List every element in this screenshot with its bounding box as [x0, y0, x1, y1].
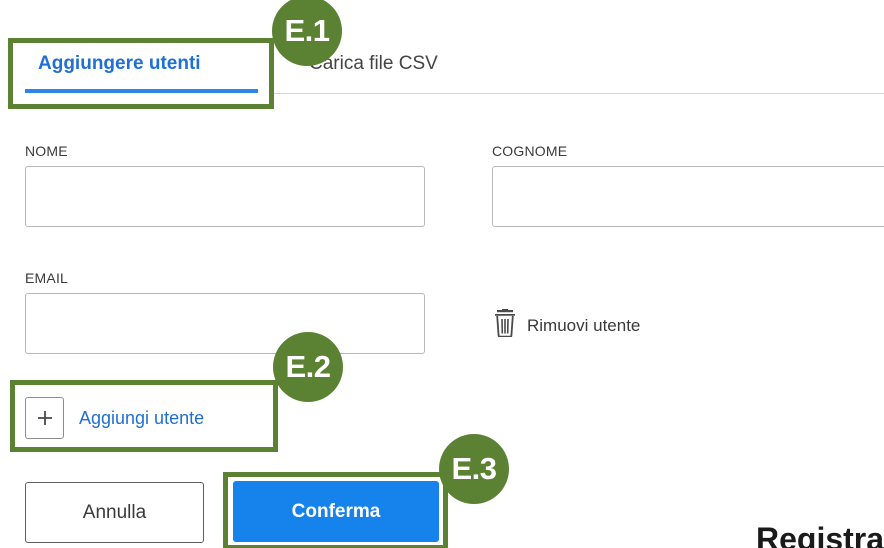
add-user-button[interactable]: Aggiungi utente — [25, 397, 204, 439]
active-tab-indicator — [25, 89, 258, 93]
callout-badge-e2: E.2 — [273, 332, 343, 402]
plus-icon — [25, 397, 64, 439]
email-field[interactable] — [25, 293, 425, 354]
last-name-label: COGNOME — [492, 143, 568, 159]
callout-badge-e3: E.3 — [439, 434, 509, 504]
section-heading: Registra — [756, 521, 884, 548]
remove-user-label: Rimuovi utente — [527, 315, 641, 335]
add-user-label: Aggiungi utente — [79, 407, 205, 428]
trash-icon — [493, 309, 517, 342]
add-users-panel: Aggiungere utenti Carica file CSV NOME C… — [0, 0, 884, 548]
tab-divider — [272, 93, 884, 94]
cancel-button[interactable]: Annulla — [25, 482, 204, 543]
last-name-field[interactable] — [492, 166, 884, 227]
remove-user-button[interactable]: Rimuovi utente — [493, 309, 640, 342]
tab-add-users[interactable]: Aggiungere utenti — [38, 52, 201, 76]
email-label: EMAIL — [25, 270, 69, 286]
first-name-field[interactable] — [25, 166, 425, 227]
confirm-button[interactable]: Conferma — [233, 481, 439, 542]
first-name-label: NOME — [25, 143, 68, 159]
